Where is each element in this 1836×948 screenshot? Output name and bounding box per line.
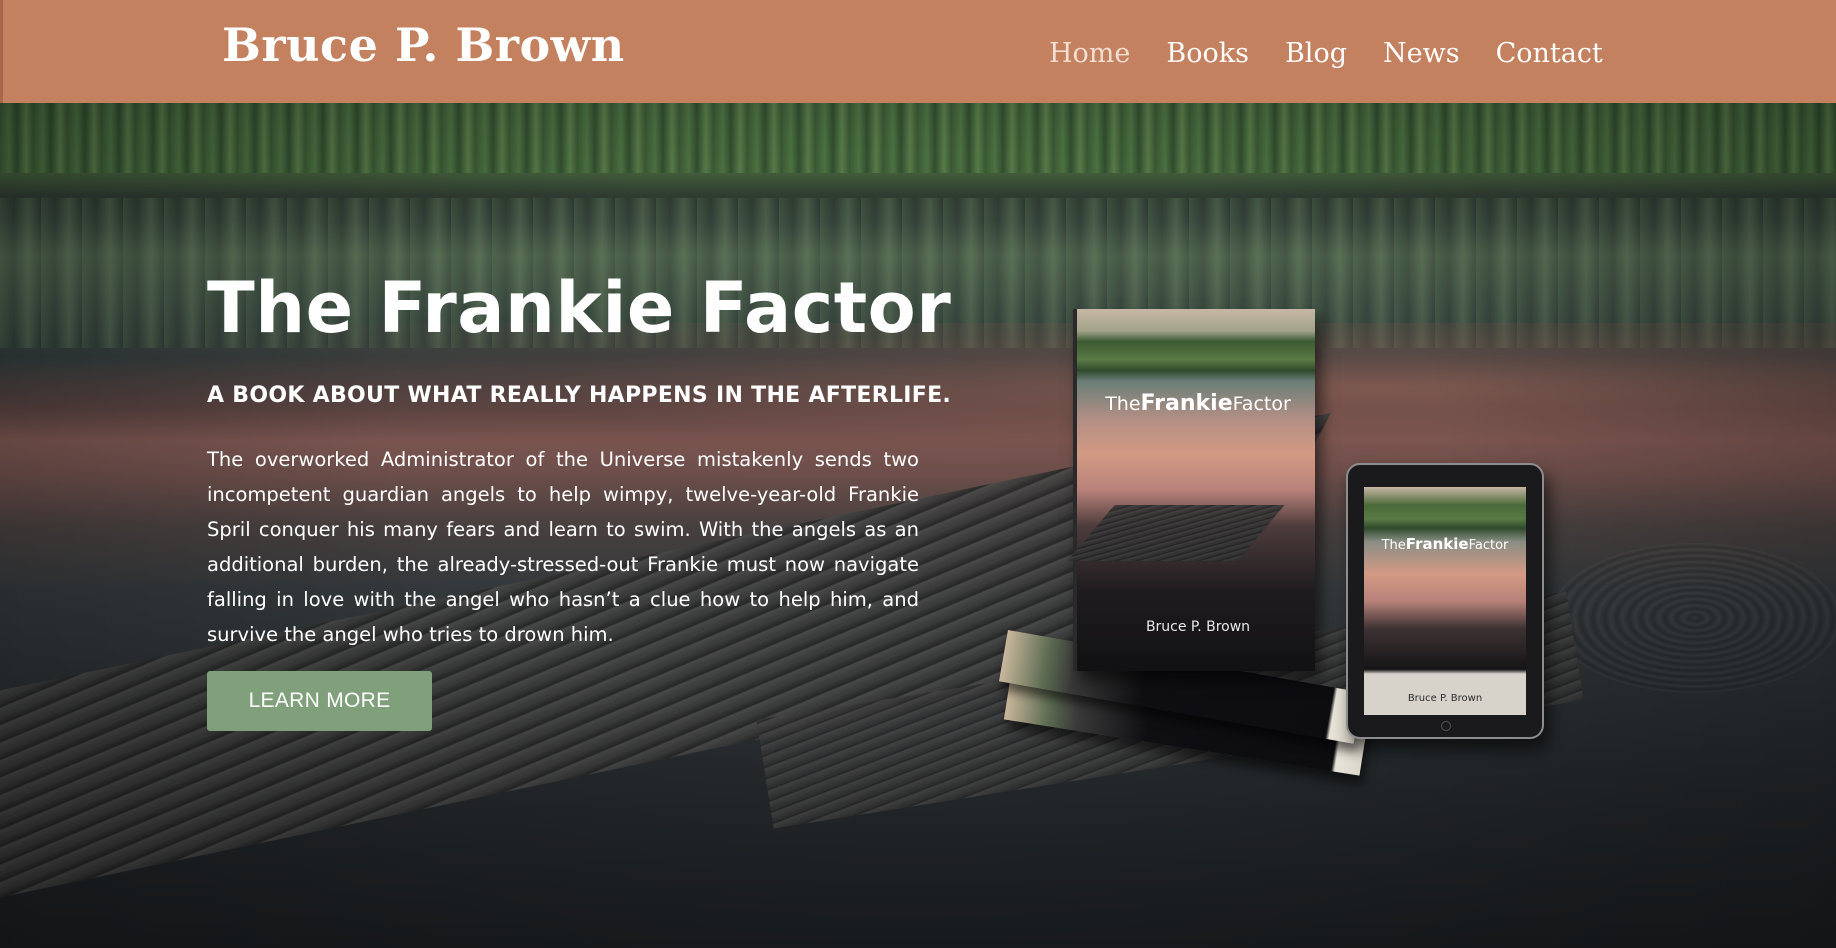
- cover-title-prefix: The: [1105, 393, 1141, 415]
- tablet-cover-author: Bruce P. Brown: [1407, 693, 1483, 704]
- learn-more-button[interactable]: LEARN MORE: [207, 671, 432, 731]
- tablet-mockup: TheFrankieFactor Bruce P. Brown: [1346, 463, 1544, 739]
- book-title-heading: The Frankie Factor: [207, 267, 951, 349]
- nav-contact[interactable]: Contact: [1496, 38, 1603, 69]
- title-prefix: The: [207, 267, 379, 349]
- nav-home[interactable]: Home: [1049, 38, 1130, 69]
- tablet-title-prefix: The: [1381, 538, 1406, 553]
- cover-author: Bruce P. Brown: [1145, 619, 1251, 635]
- main-nav: Home Books Blog News Contact: [1049, 38, 1639, 69]
- site-title[interactable]: Bruce P. Brown: [222, 18, 625, 72]
- title-bold: Frankie: [378, 267, 675, 349]
- cover-title-bold: Frankie: [1140, 391, 1233, 416]
- title-suffix: Factor: [674, 267, 952, 349]
- tablet-cover-title: TheFrankieFactor: [1364, 535, 1526, 553]
- book-cover-mockup: TheFrankieFactor Bruce P. Brown: [1067, 309, 1315, 671]
- cover-title: TheFrankieFactor: [1077, 391, 1319, 416]
- nav-blog[interactable]: Blog: [1285, 38, 1347, 69]
- nav-books[interactable]: Books: [1166, 38, 1249, 69]
- book-tagline: A BOOK ABOUT WHAT REALLY HAPPENS IN THE …: [207, 383, 952, 408]
- tablet-title-bold: Frankie: [1405, 535, 1469, 553]
- cover-dock-art: [1067, 505, 1285, 561]
- site-header: Bruce P. Brown Home Books Blog News Cont…: [0, 0, 1836, 103]
- cover-title-suffix: Factor: [1232, 393, 1291, 415]
- book-blurb: The overworked Administrator of the Univ…: [207, 448, 919, 646]
- tablet-title-suffix: Factor: [1468, 538, 1509, 553]
- nav-news[interactable]: News: [1383, 38, 1460, 69]
- tablet-home-button-icon: [1441, 721, 1451, 731]
- tablet-screen: TheFrankieFactor Bruce P. Brown: [1364, 487, 1526, 715]
